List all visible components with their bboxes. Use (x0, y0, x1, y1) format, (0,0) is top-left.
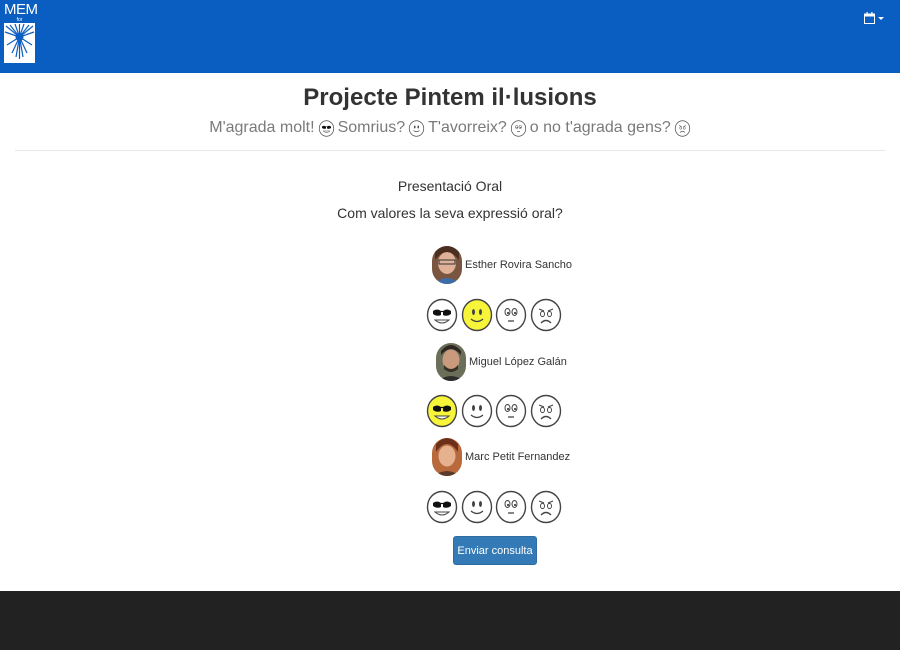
subtitle-part-1: M'agrada molt! (209, 119, 315, 136)
neutral-face-icon[interactable] (495, 298, 527, 332)
subtitle-part-2: Somrius? (337, 119, 406, 136)
mem-logo[interactable]: MEM for (4, 1, 38, 63)
avatar (432, 246, 462, 284)
person-name: Miguel López Galán (469, 356, 567, 368)
section-title: Presentació Oral (397, 178, 503, 194)
cool-face-icon[interactable] (426, 394, 458, 428)
person-1: Esther Rovira Sancho (432, 246, 572, 284)
subtitle-part-4: o no t'agrada gens? (529, 119, 671, 136)
calendar-icon (864, 12, 875, 24)
rating-row-2 (426, 394, 562, 430)
page-header: Projecte Pintem il·lusions M'agrada molt… (0, 80, 900, 139)
top-navbar: MEM for (0, 0, 900, 73)
sad-face-icon[interactable] (530, 394, 562, 428)
smile-face-icon (408, 119, 425, 137)
calendar-dropdown[interactable] (864, 11, 886, 27)
survey-heading: Presentació Oral Com valores la seva exp… (0, 176, 900, 223)
rating-row-3 (426, 490, 562, 526)
person-2: Miguel López Galán (436, 343, 567, 381)
person-name: Esther Rovira Sancho (465, 259, 572, 271)
neutral-face-icon[interactable] (495, 394, 527, 428)
subtitle-part-3: T'avorreix? (428, 119, 507, 136)
survey-question: Com valores la seva expressió oral? (337, 205, 563, 221)
logo-text: MEM (4, 1, 38, 18)
avatar (436, 343, 466, 381)
sad-face-icon[interactable] (530, 490, 562, 524)
logo-sunburst-icon (4, 23, 35, 63)
smile-face-icon[interactable] (461, 490, 493, 524)
neutral-face-icon (510, 119, 527, 137)
chevron-down-icon (878, 17, 884, 20)
submit-button[interactable]: Enviar consulta (453, 536, 537, 565)
cool-face-icon[interactable] (426, 298, 458, 332)
page-title: Projecte Pintem il·lusions (303, 84, 597, 111)
rating-row-1 (426, 298, 562, 334)
smile-face-icon[interactable] (461, 394, 493, 428)
person-name: Marc Petit Fernandez (465, 451, 571, 463)
sad-face-icon[interactable] (530, 298, 562, 332)
page-footer (0, 591, 900, 650)
sad-face-icon (674, 119, 691, 137)
smile-face-icon[interactable] (461, 298, 493, 332)
cool-face-icon (318, 119, 335, 137)
neutral-face-icon[interactable] (495, 490, 527, 524)
header-divider (15, 150, 885, 151)
cool-face-icon[interactable] (426, 490, 458, 524)
avatar (432, 438, 462, 476)
person-3: Marc Petit Fernandez (432, 438, 570, 476)
page-subtitle: M'agrada molt! Somrius? T'avorreix? o no… (0, 117, 900, 139)
